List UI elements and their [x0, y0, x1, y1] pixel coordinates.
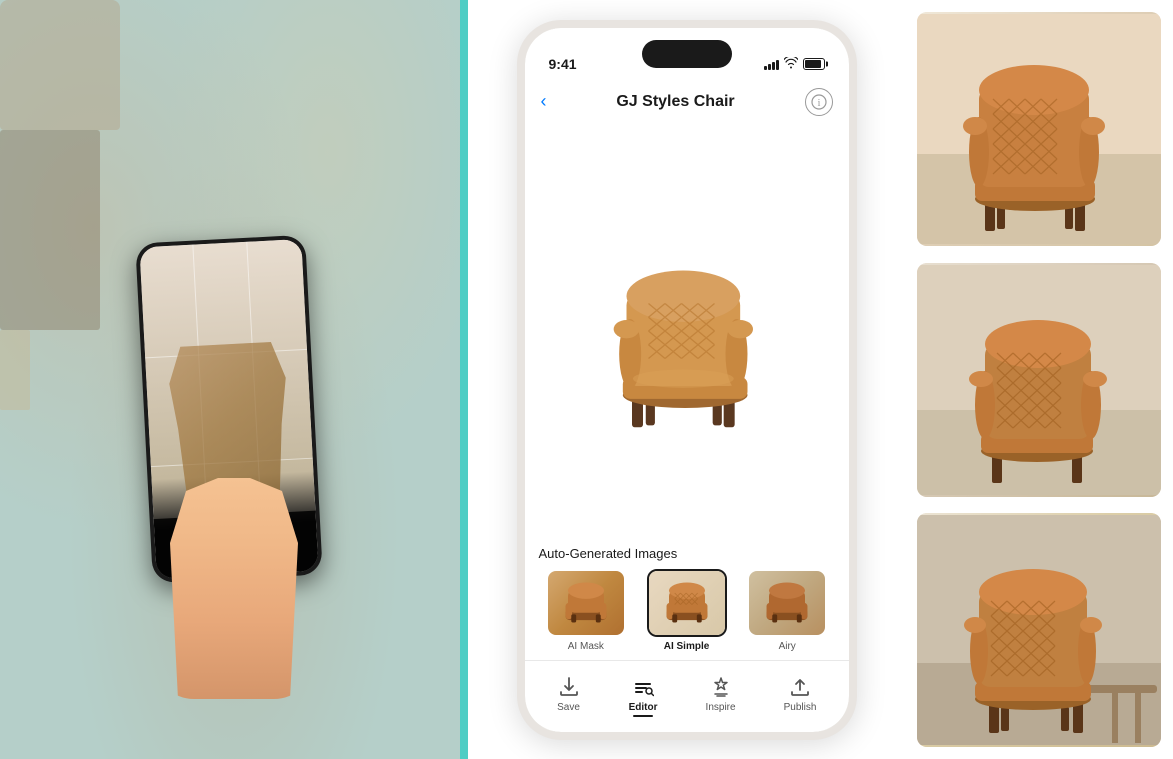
auto-gen-section: Auto-Generated Images [525, 538, 849, 660]
product-image-area [525, 124, 849, 538]
signal-bar-2 [768, 64, 771, 70]
editor-label: Editor [629, 702, 658, 713]
thumb-label-airy: Airy [779, 641, 796, 652]
wifi-icon [784, 57, 798, 72]
editor-icon [631, 675, 655, 699]
thumbnail-ai-mask[interactable]: AI Mask [539, 569, 634, 652]
photo-inner-2 [917, 263, 1161, 497]
signal-bar-1 [764, 66, 767, 70]
thumb-ai-mask [546, 569, 626, 637]
bg-lamp [0, 330, 30, 410]
chair-svg-3 [917, 513, 1161, 747]
thumb-ai-simple [647, 569, 727, 637]
inspire-icon [709, 675, 733, 699]
toolbar-inspire[interactable]: Inspire [698, 671, 744, 717]
teal-accent-bar [460, 0, 468, 759]
info-button[interactable]: i [805, 88, 833, 116]
back-button[interactable]: ‹ [541, 91, 547, 112]
thumb-label-ai-simple: AI Simple [664, 641, 710, 652]
thumb-inner-ai-simple [649, 571, 725, 635]
svg-text:i: i [817, 98, 820, 109]
save-icon [557, 675, 581, 699]
product-photo-2[interactable] [917, 263, 1161, 497]
toolbar-save[interactable]: Save [549, 671, 589, 717]
auto-gen-label: Auto-Generated Images [539, 546, 835, 561]
status-time: 9:41 [549, 56, 577, 72]
toolbar-publish[interactable]: Publish [776, 671, 825, 717]
dynamic-island [642, 40, 732, 68]
status-icons [764, 57, 825, 72]
phone-screen: 9:41 [525, 28, 849, 732]
phone-toolbar: Save Editor [525, 660, 849, 732]
photo-inner-1 [917, 12, 1161, 246]
signal-bar-4 [776, 60, 779, 70]
nav-title: GJ Styles Chair [616, 93, 734, 111]
thumb-label-ai-mask: AI Mask [568, 641, 604, 652]
right-section [905, 0, 1173, 759]
chair-product-image [577, 221, 797, 441]
chair-svg-2 [917, 263, 1161, 497]
middle-section: 9:41 [468, 0, 905, 759]
toolbar-editor[interactable]: Editor [621, 671, 666, 717]
thumbnail-airy[interactable]: Airy [740, 569, 835, 652]
chair-svg-1 [917, 12, 1161, 246]
photo-inner-3 [917, 513, 1161, 747]
bg-chair [0, 0, 120, 130]
nav-bar: ‹ GJ Styles Chair i [525, 80, 849, 124]
phone-mockup: 9:41 [517, 20, 857, 740]
signal-bar-3 [772, 62, 775, 70]
thumb-inner-airy [749, 571, 825, 635]
auto-gen-images: AI Mask [539, 569, 835, 652]
publish-icon [788, 675, 812, 699]
inspire-label: Inspire [706, 702, 736, 713]
hand-phone-container: Take a Capture [124, 219, 344, 699]
product-photo-1[interactable] [917, 12, 1161, 246]
bg-cabinet [0, 130, 100, 330]
save-label: Save [557, 702, 580, 713]
thumbnail-ai-simple[interactable]: AI Simple [639, 569, 734, 652]
battery-icon [803, 58, 825, 70]
thumb-inner-ai-mask [548, 571, 624, 635]
signal-bars-icon [764, 58, 779, 70]
thumb-airy [747, 569, 827, 637]
left-section: Take a Capture [0, 0, 468, 759]
product-photo-3[interactable] [917, 513, 1161, 747]
publish-label: Publish [784, 702, 817, 713]
